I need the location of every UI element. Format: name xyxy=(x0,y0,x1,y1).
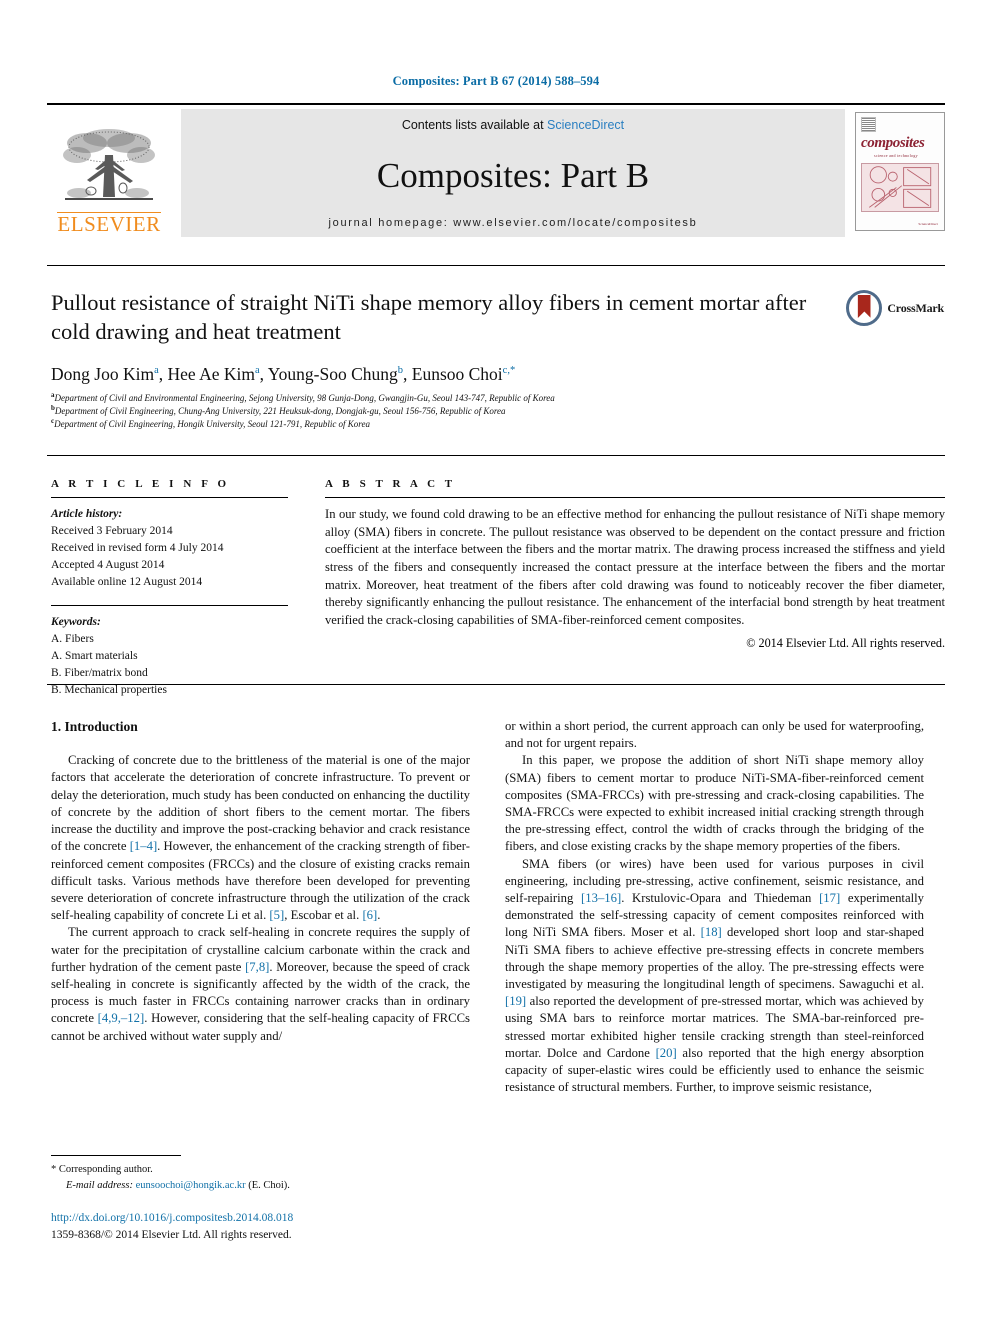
elsevier-wordmark: ELSEVIER xyxy=(57,212,161,236)
article-info-heading: A R T I C L E I N F O xyxy=(51,478,230,490)
cover-title: composites xyxy=(861,135,925,151)
crossmark-badge-group[interactable]: CrossMark xyxy=(846,290,944,326)
body-column-right: or within a short period, the current ap… xyxy=(505,718,924,1096)
contents-available-line: Contents lists available at ScienceDirec… xyxy=(402,118,624,132)
cover-artwork xyxy=(861,163,939,212)
article-history-item: Received 3 February 2014 xyxy=(51,525,173,538)
keyword-item: B. Fiber/matrix bond xyxy=(51,667,148,680)
author-name: Eunsoo Choi xyxy=(411,364,503,384)
affiliation-mark: b xyxy=(51,404,55,413)
affiliation-list: aDepartment of Civil and Environmental E… xyxy=(51,392,931,431)
page-footer: http://dx.doi.org/10.1016/j.compositesb.… xyxy=(51,1210,551,1243)
section-heading-introduction: 1. Introduction xyxy=(51,719,138,734)
keywords-block: Keywords: A. Fibers A. Smart materials B. … xyxy=(51,614,288,699)
email-label: E-mail address: xyxy=(66,1179,133,1191)
sciencedirect-link[interactable]: ScienceDirect xyxy=(547,118,624,132)
running-head: Composites: Part B 67 (2014) 588–594 xyxy=(392,74,600,88)
elsevier-tree-icon xyxy=(63,129,155,200)
journal-article-page: Composites: Part B 67 (2014) 588–594 ELS… xyxy=(0,0,992,1323)
corresponding-author-footnote: * Corresponding author. E-mail address: … xyxy=(51,1155,470,1194)
affiliation-item: cDepartment of Civil Engineering, Hongik… xyxy=(51,417,370,430)
article-history-items: Received 3 February 2014 Received in revi… xyxy=(51,523,288,591)
citation-link[interactable]: [19] xyxy=(505,994,526,1008)
footnote-divider xyxy=(51,1155,181,1156)
keyword-item: A. Fibers xyxy=(51,633,94,646)
elsevier-logo: ELSEVIER xyxy=(47,109,171,237)
author-name: Young-Soo Chung xyxy=(267,364,398,384)
keywords-rule xyxy=(51,605,288,607)
article-history-item: Available online 12 August 2014 xyxy=(51,576,203,589)
article-title: Pullout resistance of straight NiTi shap… xyxy=(51,290,807,345)
title-divider xyxy=(47,265,945,266)
cover-publisher-mark-icon xyxy=(861,117,876,132)
journal-title: Composites: Part B xyxy=(376,156,650,195)
corresponding-author-note: * Corresponding author. xyxy=(51,1164,153,1175)
abstract-text: In our study, we found cold drawing to b… xyxy=(325,507,945,627)
crossmark-icon xyxy=(846,290,883,326)
body-paragraph: In this paper, we propose the addition o… xyxy=(505,753,924,854)
contents-prefix: Contents lists available at xyxy=(401,118,548,132)
author-affiliation-mark: c,* xyxy=(502,365,516,377)
citation-link[interactable]: [13–16] xyxy=(581,891,621,905)
right-column-paragraphs: or within a short period, the current ap… xyxy=(505,718,924,1096)
keyword-items: A. Fibers A. Smart materials B. Fiber/matr… xyxy=(51,631,288,699)
affiliation-item: aDepartment of Civil and Environmental E… xyxy=(51,391,555,404)
citation-link[interactable]: [17] xyxy=(819,891,840,905)
affiliation-item: bDepartment of Civil Engineering, Chung-… xyxy=(51,404,506,417)
journal-homepage-link[interactable]: journal homepage: www.elsevier.com/locat… xyxy=(329,217,698,229)
cover-footer: ScienceDirect xyxy=(918,222,938,226)
article-history: Article history: Received 3 February 201… xyxy=(51,506,288,591)
body-paragraph: The current approach to crack self-heali… xyxy=(51,925,470,1043)
author-name: Dong Joo Kim xyxy=(51,364,155,384)
email-line: E-mail address: eunsoochoi@hongik.ac.kr … xyxy=(51,1178,470,1194)
abstract-block: A B S T R A C T In our study, we found c… xyxy=(325,478,945,651)
abstract-bottom-divider xyxy=(47,684,945,685)
body-paragraph: SMA fibers (or wires) have been used for… xyxy=(505,856,925,1095)
citation-link[interactable]: [7,8] xyxy=(245,960,269,974)
author-affiliation-mark: b xyxy=(397,365,403,377)
body-paragraph: or within a short period, the current ap… xyxy=(505,719,924,751)
citation-link[interactable]: [5] xyxy=(269,908,284,922)
body-paragraph: Cracking of concrete due to the brittlen… xyxy=(51,753,470,923)
author-affiliation-mark: a xyxy=(154,365,159,377)
abstract-copyright: © 2014 Elsevier Ltd. All rights reserved… xyxy=(746,636,945,651)
affiliation-mark: c xyxy=(51,417,55,426)
author-list: Dong Joo Kima, Hee Ae Kima, Young-Soo Ch… xyxy=(51,364,516,384)
article-info-rule xyxy=(51,497,288,498)
author-affiliation-mark: a xyxy=(254,365,260,377)
crossmark-ribbon-icon xyxy=(857,295,871,318)
journal-banner: Contents lists available at ScienceDirec… xyxy=(181,109,845,237)
cover-subtitle: science and technology xyxy=(874,153,918,158)
journal-masthead: ELSEVIER Contents lists available at Sci… xyxy=(47,103,945,237)
affiliation-mark: a xyxy=(51,391,55,399)
article-history-item: Received in revised form 4 July 2014 xyxy=(51,542,224,555)
cover-artwork-icon xyxy=(869,166,932,208)
journal-cover-thumbnail: composites science and technology Scienc… xyxy=(855,112,945,231)
article-history-label: Article history: xyxy=(51,508,123,520)
author-name: Hee Ae Kim xyxy=(167,364,255,384)
left-column-paragraphs: Cracking of concrete due to the brittlen… xyxy=(51,752,470,1044)
citation-link[interactable]: [20] xyxy=(656,1046,677,1060)
crossmark-label: CrossMark xyxy=(887,300,944,315)
citation-link[interactable]: [18] xyxy=(701,925,722,939)
abstract-rule xyxy=(325,497,945,498)
body-column-left: 1. Introduction Cracking of concrete due… xyxy=(51,718,470,1045)
citation-link[interactable]: [4,9,–12] xyxy=(98,1011,145,1025)
doi-link[interactable]: http://dx.doi.org/10.1016/j.compositesb.… xyxy=(51,1210,551,1227)
email-link[interactable]: eunsoochoi@hongik.ac.kr xyxy=(136,1180,246,1191)
email-suffix: (E. Choi). xyxy=(248,1179,290,1191)
keyword-item: A. Smart materials xyxy=(51,650,138,663)
issn-copyright-line: 1359-8368/© 2014 Elsevier Ltd. All right… xyxy=(51,1228,292,1241)
keywords-label: Keywords: xyxy=(51,616,101,629)
article-info-divider xyxy=(47,455,945,456)
article-info-block: A R T I C L E I N F O Article history: R… xyxy=(51,478,288,699)
citation-link[interactable]: [6] xyxy=(362,908,377,922)
article-history-item: Accepted 4 August 2014 xyxy=(51,559,165,572)
abstract-heading: A B S T R A C T xyxy=(325,478,456,490)
citation-link[interactable]: [1–4] xyxy=(130,839,157,853)
